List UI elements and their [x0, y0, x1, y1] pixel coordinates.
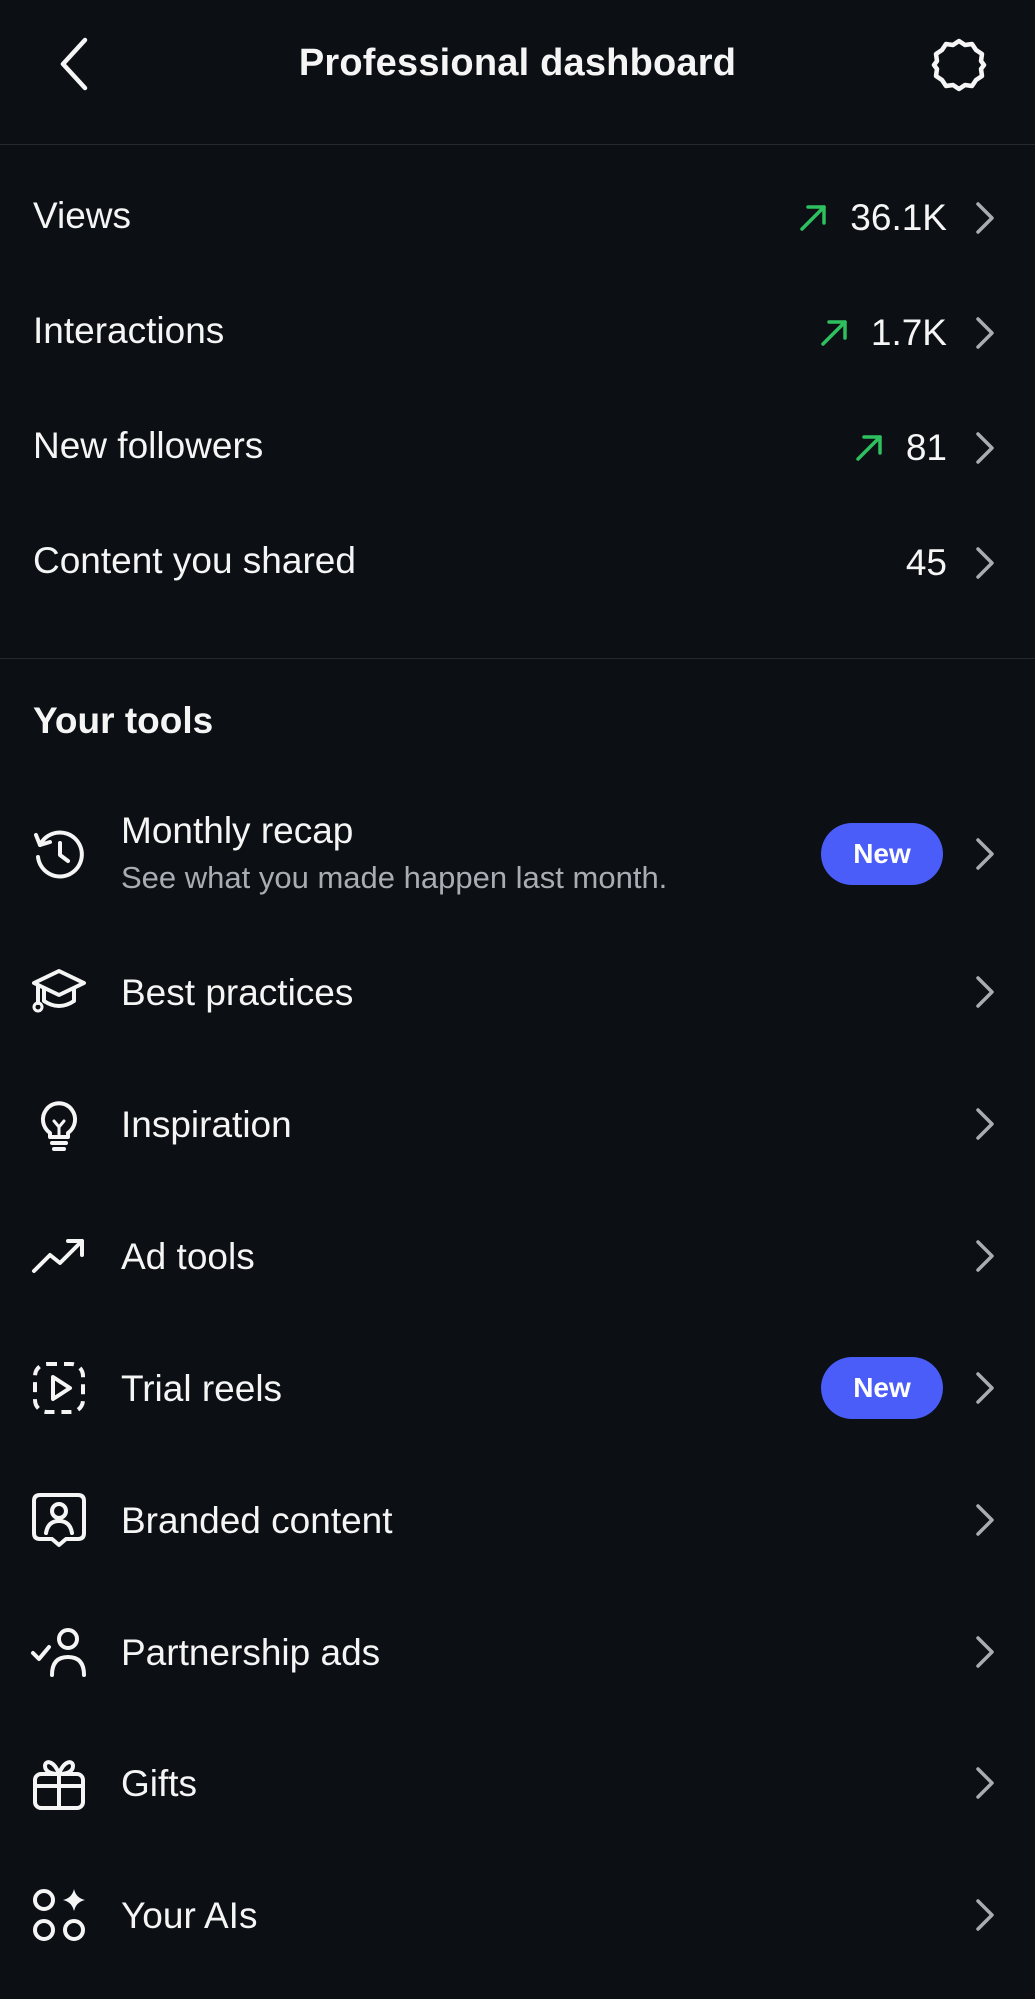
- gear-icon: [930, 36, 988, 99]
- tool-item-monthly-recap[interactable]: Monthly recap See what you made happen l…: [0, 798, 1035, 908]
- tool-label: Inspiration: [121, 1104, 292, 1145]
- chevron-right-icon: [973, 1368, 997, 1408]
- chevron-right-icon: [973, 313, 997, 353]
- chevron-right-icon: [973, 198, 997, 238]
- tool-label: Your AIs: [121, 1895, 258, 1936]
- stat-value: 1.7K: [870, 312, 947, 353]
- tool-label: Branded content: [121, 1500, 393, 1541]
- insights-summary: Views 36.1K Interactions 1.7K New follow…: [0, 160, 1035, 620]
- stat-value: 45: [905, 542, 947, 583]
- branded-content-icon: [30, 1491, 88, 1549]
- stat-label: Interactions: [33, 310, 225, 351]
- page-title: Professional dashboard: [298, 42, 737, 84]
- stat-value: 81: [905, 427, 947, 468]
- stat-row-content-shared[interactable]: Content you shared 45: [0, 505, 1035, 620]
- stat-label: Content you shared: [33, 540, 356, 581]
- chevron-right-icon: [973, 1104, 997, 1144]
- tool-label: Ad tools: [121, 1236, 255, 1277]
- tool-label: Monthly recap: [121, 810, 354, 851]
- tool-label: Gifts: [121, 1763, 198, 1804]
- trend-up-arrow-icon: [796, 201, 830, 235]
- trend-up-arrow-icon: [852, 431, 886, 465]
- settings-button[interactable]: [924, 32, 994, 102]
- lightbulb-icon: [30, 1095, 88, 1153]
- chevron-right-icon: [973, 834, 997, 874]
- trending-up-icon: [30, 1227, 88, 1285]
- tool-label: Best practices: [121, 972, 354, 1013]
- chevron-right-icon: [973, 1763, 997, 1803]
- tool-item-partnership-ads[interactable]: Partnership ads: [0, 1596, 1035, 1706]
- chevron-right-icon: [973, 1895, 997, 1935]
- section-divider: [0, 658, 1035, 659]
- stat-row-views[interactable]: Views 36.1K: [0, 160, 1035, 275]
- stat-label: New followers: [33, 425, 264, 466]
- new-badge: New: [821, 823, 943, 885]
- tool-item-trial-reels[interactable]: Trial reels New: [0, 1332, 1035, 1442]
- tool-item-your-ais[interactable]: Your AIs: [0, 1859, 1035, 1969]
- tool-subtitle: See what you made happen last month.: [121, 860, 668, 895]
- tool-item-ad-tools[interactable]: Ad tools: [0, 1200, 1035, 1310]
- chevron-right-icon: [973, 1500, 997, 1540]
- stat-value: 36.1K: [850, 197, 947, 238]
- new-badge: New: [821, 1357, 943, 1419]
- ai-sparkle-icon: [30, 1886, 88, 1944]
- tool-item-branded-content[interactable]: Branded content: [0, 1464, 1035, 1574]
- chevron-right-icon: [973, 428, 997, 468]
- section-title-your-tools: Your tools: [33, 700, 214, 741]
- person-check-icon: [30, 1623, 88, 1681]
- gift-icon: [30, 1754, 88, 1812]
- history-clock-icon: [30, 825, 88, 883]
- tool-item-inspiration[interactable]: Inspiration: [0, 1068, 1035, 1178]
- tool-item-best-practices[interactable]: Best practices: [0, 936, 1035, 1046]
- top-bar: Professional dashboard: [0, 0, 1035, 145]
- stat-row-new-followers[interactable]: New followers 81: [0, 390, 1035, 505]
- chevron-right-icon: [973, 972, 997, 1012]
- graduation-cap-icon: [30, 963, 88, 1021]
- tool-label: Trial reels: [121, 1368, 283, 1409]
- reels-play-icon: [30, 1359, 88, 1417]
- tool-label: Partnership ads: [121, 1632, 381, 1673]
- stat-label: Views: [33, 195, 132, 236]
- chevron-right-icon: [973, 543, 997, 583]
- tool-item-gifts[interactable]: Gifts: [0, 1727, 1035, 1837]
- trend-up-arrow-icon: [817, 316, 851, 350]
- chevron-right-icon: [973, 1236, 997, 1276]
- chevron-right-icon: [973, 1632, 997, 1672]
- stat-row-interactions[interactable]: Interactions 1.7K: [0, 275, 1035, 390]
